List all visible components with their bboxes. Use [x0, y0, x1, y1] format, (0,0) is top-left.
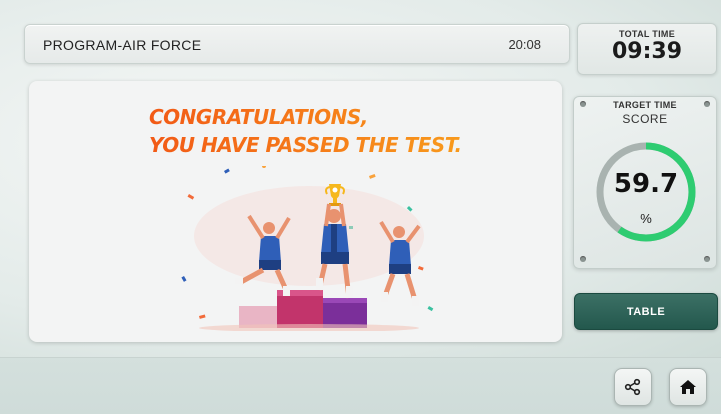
- clock: 20:08: [508, 37, 541, 52]
- result-card: CONGRATULATIONS, YOU HAVE PASSED THE TES…: [29, 81, 562, 342]
- congratulations-line-1: CONGRATULATIONS,: [149, 105, 368, 129]
- screw-bottom-left: [580, 256, 586, 262]
- score-label: SCORE: [622, 112, 668, 126]
- target-time-label: TARGET TIME: [613, 100, 677, 110]
- home-button[interactable]: [669, 368, 707, 406]
- table-button[interactable]: TABLE: [574, 293, 718, 330]
- score-value: 59.7: [613, 169, 679, 199]
- total-time-value: 09:39: [611, 39, 683, 64]
- total-time-box: TOTAL TIME 09:39: [577, 23, 717, 75]
- screw-top-right: [704, 101, 710, 107]
- share-button[interactable]: [614, 368, 652, 406]
- screw-top-left: [580, 101, 586, 107]
- home-icon: [680, 380, 696, 394]
- celebration-illustration: [181, 166, 434, 331]
- header-bar: PROGRAM-AIR FORCE 20:08: [24, 24, 570, 64]
- score-unit: %: [640, 211, 652, 226]
- congratulations-line-2: YOU HAVE PASSED THE TEST.: [149, 133, 462, 157]
- program-title: PROGRAM-AIR FORCE: [43, 37, 202, 53]
- share-icon: [624, 378, 641, 396]
- congratulations-message: CONGRATULATIONS, YOU HAVE PASSED THE TES…: [149, 103, 462, 159]
- screw-bottom-right: [704, 256, 710, 262]
- total-time-label: TOTAL TIME: [619, 29, 675, 39]
- score-panel: TARGET TIME SCORE 59.7 %: [573, 96, 717, 269]
